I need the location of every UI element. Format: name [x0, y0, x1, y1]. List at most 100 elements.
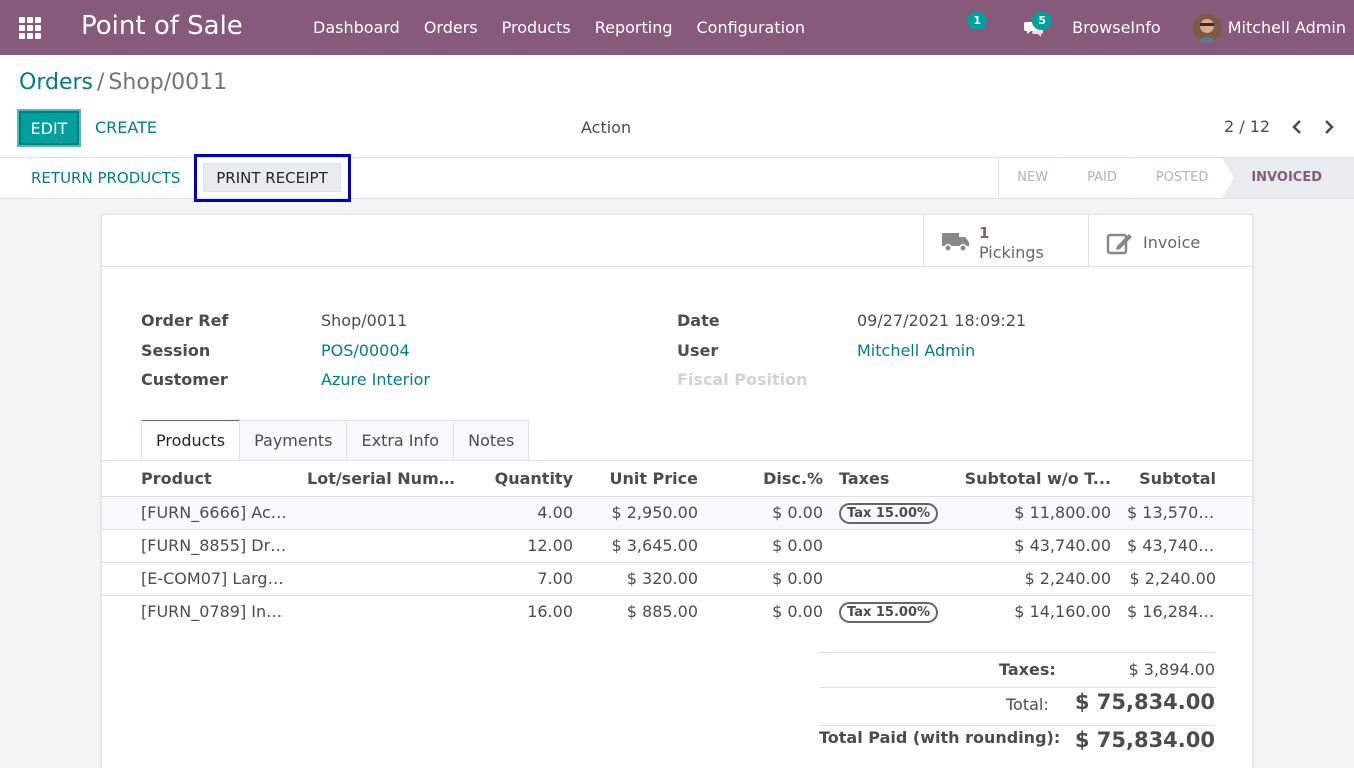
pickings-smart-button[interactable]: 1 Pickings: [923, 215, 1088, 267]
tab-notes[interactable]: Notes: [453, 420, 530, 460]
cell-subtotal-wo-tax: $ 43,740.00: [949, 528, 1119, 562]
tab-extra-info[interactable]: Extra Info: [346, 420, 455, 460]
notebook-tabs: Products Payments Extra Info Notes: [141, 420, 530, 460]
cell-taxes: Tax 15.00%: [831, 495, 949, 529]
cell-discount: $ 0.00: [706, 594, 831, 628]
cell-taxes: [831, 561, 949, 595]
main-menu: Dashboard Orders Products Reporting Conf…: [301, 0, 817, 55]
cell-unit-price: $ 3,645.00: [581, 528, 706, 562]
stage-invoiced[interactable]: INVOICED: [1222, 158, 1354, 198]
pickings-count: 1: [979, 224, 990, 242]
activity-count-badge: 1: [967, 11, 988, 30]
table-row[interactable]: [E-COM07] Large ... 7.00 $ 320.00 $ 0.00…: [102, 561, 1252, 595]
messaging-menu[interactable]: 5: [1024, 11, 1053, 38]
breadcrumb-orders-link[interactable]: Orders: [19, 70, 93, 95]
systray: 1 5 BrowseInfo Mitchell Admin: [967, 0, 1354, 55]
activity-menu[interactable]: 1: [967, 11, 998, 38]
col-product[interactable]: Product: [102, 461, 299, 497]
pager-previous-icon[interactable]: [1290, 119, 1304, 135]
print-receipt-button[interactable]: PRINT RECEIPT: [203, 163, 341, 192]
totals-divider: [819, 652, 1215, 653]
taxes-label: Taxes:: [999, 660, 1056, 679]
cell-discount: $ 0.00: [706, 528, 831, 562]
customer-link[interactable]: Azure Interior: [321, 370, 430, 389]
cell-unit-price: $ 320.00: [581, 561, 706, 595]
cell-quantity: 7.00: [469, 561, 581, 595]
status-stages: NEW PAID POSTED INVOICED: [998, 158, 1354, 198]
menu-configuration[interactable]: Configuration: [685, 18, 818, 37]
apps-menu-icon[interactable]: [19, 17, 41, 39]
cell-lot: [299, 528, 469, 562]
total-value: $ 75,834.00: [1074, 690, 1215, 714]
return-products-button[interactable]: RETURN PRODUCTS: [31, 169, 180, 187]
cell-quantity: 16.00: [469, 594, 581, 628]
order-ref-value: Shop/0011: [321, 311, 408, 330]
cell-subtotal: $ 43,740....: [1119, 528, 1252, 562]
col-taxes[interactable]: Taxes: [831, 461, 949, 497]
stage-posted[interactable]: POSTED: [1130, 158, 1235, 198]
totals-divider: [819, 725, 1215, 726]
order-ref-label: Order Ref: [141, 311, 229, 330]
menu-orders[interactable]: Orders: [412, 18, 490, 37]
col-discount[interactable]: Disc.%: [706, 461, 831, 497]
cell-product: [FURN_8855] Dra...: [102, 528, 299, 562]
cell-quantity: 12.00: [469, 528, 581, 562]
cell-subtotal: $ 13,570....: [1119, 495, 1252, 529]
edit-button[interactable]: EDIT: [17, 109, 81, 147]
table-row[interactable]: [FURN_8855] Dra... 12.00 $ 3,645.00 $ 0.…: [102, 528, 1252, 562]
stage-new[interactable]: NEW: [998, 158, 1075, 198]
cell-taxes: Tax 15.00%: [831, 594, 949, 628]
col-subtotal-wo-tax[interactable]: Subtotal w/o T...: [949, 461, 1119, 497]
cell-discount: $ 0.00: [706, 561, 831, 595]
date-label: Date: [677, 311, 720, 330]
company-switcher[interactable]: BrowseInfo: [1072, 18, 1161, 37]
cell-subtotal-wo-tax: $ 11,800.00: [949, 495, 1119, 529]
col-subtotal[interactable]: Subtotal: [1119, 461, 1252, 497]
cell-product: [FURN_6666] Aco...: [102, 495, 299, 529]
pickings-label: Pickings: [979, 243, 1044, 262]
menu-reporting[interactable]: Reporting: [583, 18, 685, 37]
totals-divider: [819, 687, 1215, 688]
table-row[interactable]: [FURN_0789] Indi... 16.00 $ 885.00 $ 0.0…: [102, 594, 1252, 628]
cell-quantity: 4.00: [469, 495, 581, 529]
cell-subtotal: $ 16,284....: [1119, 594, 1252, 628]
cell-lot: [299, 594, 469, 628]
statusbar: RETURN PRODUCTS PRINT RECEIPT NEW PAID P…: [0, 154, 1354, 202]
table-header-row: Product Lot/serial Number Quantity Unit …: [102, 461, 1252, 497]
cell-lot: [299, 561, 469, 595]
menu-products[interactable]: Products: [490, 18, 583, 37]
user-link[interactable]: Mitchell Admin: [857, 341, 975, 360]
breadcrumb-separator: /: [96, 70, 105, 95]
menu-dashboard[interactable]: Dashboard: [301, 18, 412, 37]
pager-value[interactable]: 2 / 12: [1224, 117, 1270, 136]
tax-badge: Tax 15.00%: [839, 502, 939, 524]
messages-count-badge: 5: [1032, 11, 1053, 30]
top-navbar: Point of Sale Dashboard Orders Products …: [0, 0, 1354, 55]
app-title[interactable]: Point of Sale: [81, 11, 243, 41]
col-unit-price[interactable]: Unit Price: [581, 461, 706, 497]
col-quantity[interactable]: Quantity: [469, 461, 581, 497]
action-dropdown[interactable]: Action: [581, 118, 631, 137]
tab-payments[interactable]: Payments: [239, 420, 348, 460]
create-button[interactable]: CREATE: [95, 118, 157, 137]
pager-next-icon[interactable]: [1322, 119, 1336, 135]
avatar: [1191, 12, 1222, 43]
cell-lot: [299, 495, 469, 529]
smart-button-box: 1 Pickings Invoice: [102, 215, 1252, 267]
fiscal-position-label: Fiscal Position: [677, 370, 808, 389]
control-panel: Orders / Shop/0011 EDIT CREATE Action 2 / …: [0, 55, 1354, 158]
invoice-smart-button[interactable]: Invoice: [1088, 215, 1252, 267]
cell-subtotal-wo-tax: $ 2,240.00: [949, 561, 1119, 595]
table-row[interactable]: [FURN_6666] Aco... 4.00 $ 2,950.00 $ 0.0…: [102, 495, 1252, 529]
tax-badge: Tax 15.00%: [839, 601, 939, 623]
form-sheet: 1 Pickings Invoice Order Ref Shop/0011 S…: [101, 214, 1253, 768]
edit-document-icon: [1106, 233, 1132, 255]
cell-unit-price: $ 885.00: [581, 594, 706, 628]
session-link[interactable]: POS/00004: [321, 341, 410, 360]
tab-products[interactable]: Products: [141, 420, 241, 460]
user-label: User: [677, 341, 719, 360]
col-lot[interactable]: Lot/serial Number: [299, 461, 469, 497]
total-paid-label: Total Paid (with rounding):: [819, 728, 1061, 747]
user-menu[interactable]: Mitchell Admin: [1191, 12, 1346, 43]
invoice-label: Invoice: [1143, 233, 1201, 252]
